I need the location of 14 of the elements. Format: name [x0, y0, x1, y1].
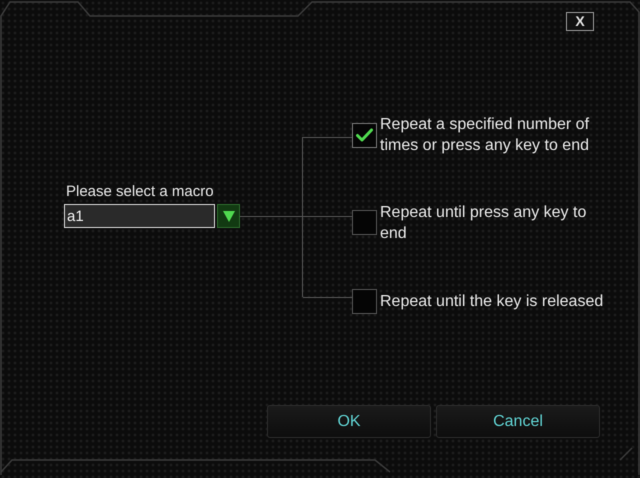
- checkbox[interactable]: [352, 122, 377, 148]
- checkmark-icon: [356, 128, 373, 142]
- checkbox[interactable]: [352, 289, 377, 314]
- cancel-button[interactable]: Cancel: [436, 405, 600, 438]
- checkbox[interactable]: [352, 210, 377, 235]
- option-label: Repeat a specified number of times or press any key to end: [380, 115, 590, 156]
- option-label: Repeat until press any key to end: [380, 202, 588, 244]
- ok-button[interactable]: OK: [267, 405, 431, 438]
- macro-label: Please select a macro: [65, 182, 215, 202]
- dropdown-button[interactable]: [217, 204, 240, 228]
- option-label: Repeat until the key is released: [380, 292, 604, 312]
- close-button[interactable]: X: [566, 12, 594, 31]
- macro-select-field[interactable]: a1: [64, 204, 215, 228]
- caret-icon: [222, 210, 234, 222]
